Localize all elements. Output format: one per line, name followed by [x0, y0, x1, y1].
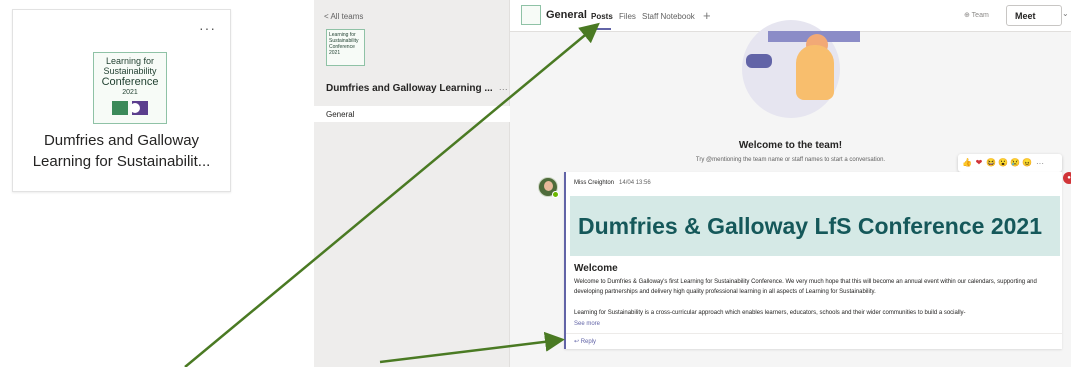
sidebar-item-general[interactable]: General	[314, 106, 510, 122]
reaction-bar: 👍 ❤ 😆 😮 😢 😠 ···	[958, 154, 1062, 172]
team-card[interactable]: ··· Learning for Sustainability Conferen…	[12, 9, 231, 192]
teams-app-window: < All teams Learning for Sustainability …	[314, 0, 1071, 367]
reply-button[interactable]: ↩ Reply	[574, 338, 596, 345]
chevron-down-icon[interactable]: ⌄	[1062, 9, 1069, 18]
see-more-link[interactable]: See more	[574, 321, 600, 327]
like-icon[interactable]: 👍	[962, 158, 972, 168]
team-card-title: Dumfries and Galloway Learning for Susta…	[32, 132, 211, 170]
reply-bar: ↩ Reply	[566, 333, 1062, 349]
team-sidebar: < All teams Learning for Sustainability …	[314, 0, 510, 367]
team-logo: Learning for Sustainability Conference 2…	[93, 52, 167, 124]
channel-main: General Posts Files Staff Notebook + ⊕ T…	[510, 0, 1071, 367]
post-message: Miss Creighton 14/04 13:56 Dumfries & Ga…	[564, 172, 1062, 349]
message-paragraph-2: Learning for Sustainability is a cross-c…	[574, 310, 966, 316]
heart-icon[interactable]: ❤	[974, 158, 984, 168]
message-author: Miss Creighton	[574, 180, 615, 186]
sidebar-team-logo: Learning for Sustainability Conference 2…	[326, 29, 365, 66]
tab-posts[interactable]: Posts	[591, 12, 613, 21]
avatar-face	[544, 181, 553, 191]
surprised-icon[interactable]: 😮	[998, 158, 1008, 168]
logo-line-3: Conference	[101, 76, 159, 88]
active-tab-indicator	[591, 28, 611, 30]
notification-badge-icon: ●	[1063, 172, 1071, 184]
meet-button-label: Meet	[1015, 11, 1036, 21]
message-paragraph-1: Welcome to Dumfries & Galloway's first L…	[574, 279, 1037, 295]
message-banner: Dumfries & Galloway LfS Conference 2021	[570, 196, 1060, 256]
presence-available-icon	[552, 191, 559, 198]
sidebar-team-header: Dumfries and Galloway Learning ... ···	[326, 83, 508, 94]
channel-title: General	[546, 9, 587, 21]
more-options-icon[interactable]: ···	[199, 20, 216, 36]
welcome-title: Welcome to the team!	[738, 140, 843, 151]
screenshot-root: ··· Learning for Sustainability Conferen…	[0, 0, 1071, 367]
illustration-hand-shape	[746, 54, 772, 68]
angry-icon[interactable]: 😠	[1022, 158, 1032, 168]
tab-files[interactable]: Files	[619, 12, 636, 21]
laugh-icon[interactable]: 😆	[986, 158, 996, 168]
add-tab-icon[interactable]: +	[703, 8, 711, 23]
channel-team-logo	[521, 5, 541, 25]
illustration-person-body	[796, 45, 834, 100]
logo-line-4: 2021	[122, 89, 138, 96]
logo-mark-icon	[112, 101, 148, 115]
meet-button[interactable]: Meet	[1006, 5, 1062, 26]
team-more-icon[interactable]: ···	[499, 84, 508, 94]
team-button[interactable]: ⊕ Team	[964, 11, 989, 19]
message-timestamp: 14/04 13:56	[619, 180, 651, 186]
tab-staff-notebook[interactable]: Staff Notebook	[642, 12, 695, 21]
banner-title: Dumfries & Galloway LfS Conference 2021	[578, 213, 1042, 239]
message-meta: Miss Creighton 14/04 13:56	[574, 180, 651, 186]
all-teams-link[interactable]: < All teams	[324, 12, 363, 21]
message-heading: Welcome	[574, 263, 618, 274]
logo-line-2: Sustainability	[103, 66, 157, 76]
sad-icon[interactable]: 😢	[1010, 158, 1020, 168]
sidebar-team-name: Dumfries and Galloway Learning ...	[326, 83, 493, 94]
logo-line-1: Learning for	[105, 56, 155, 66]
more-reactions-icon[interactable]: ···	[1036, 159, 1044, 168]
